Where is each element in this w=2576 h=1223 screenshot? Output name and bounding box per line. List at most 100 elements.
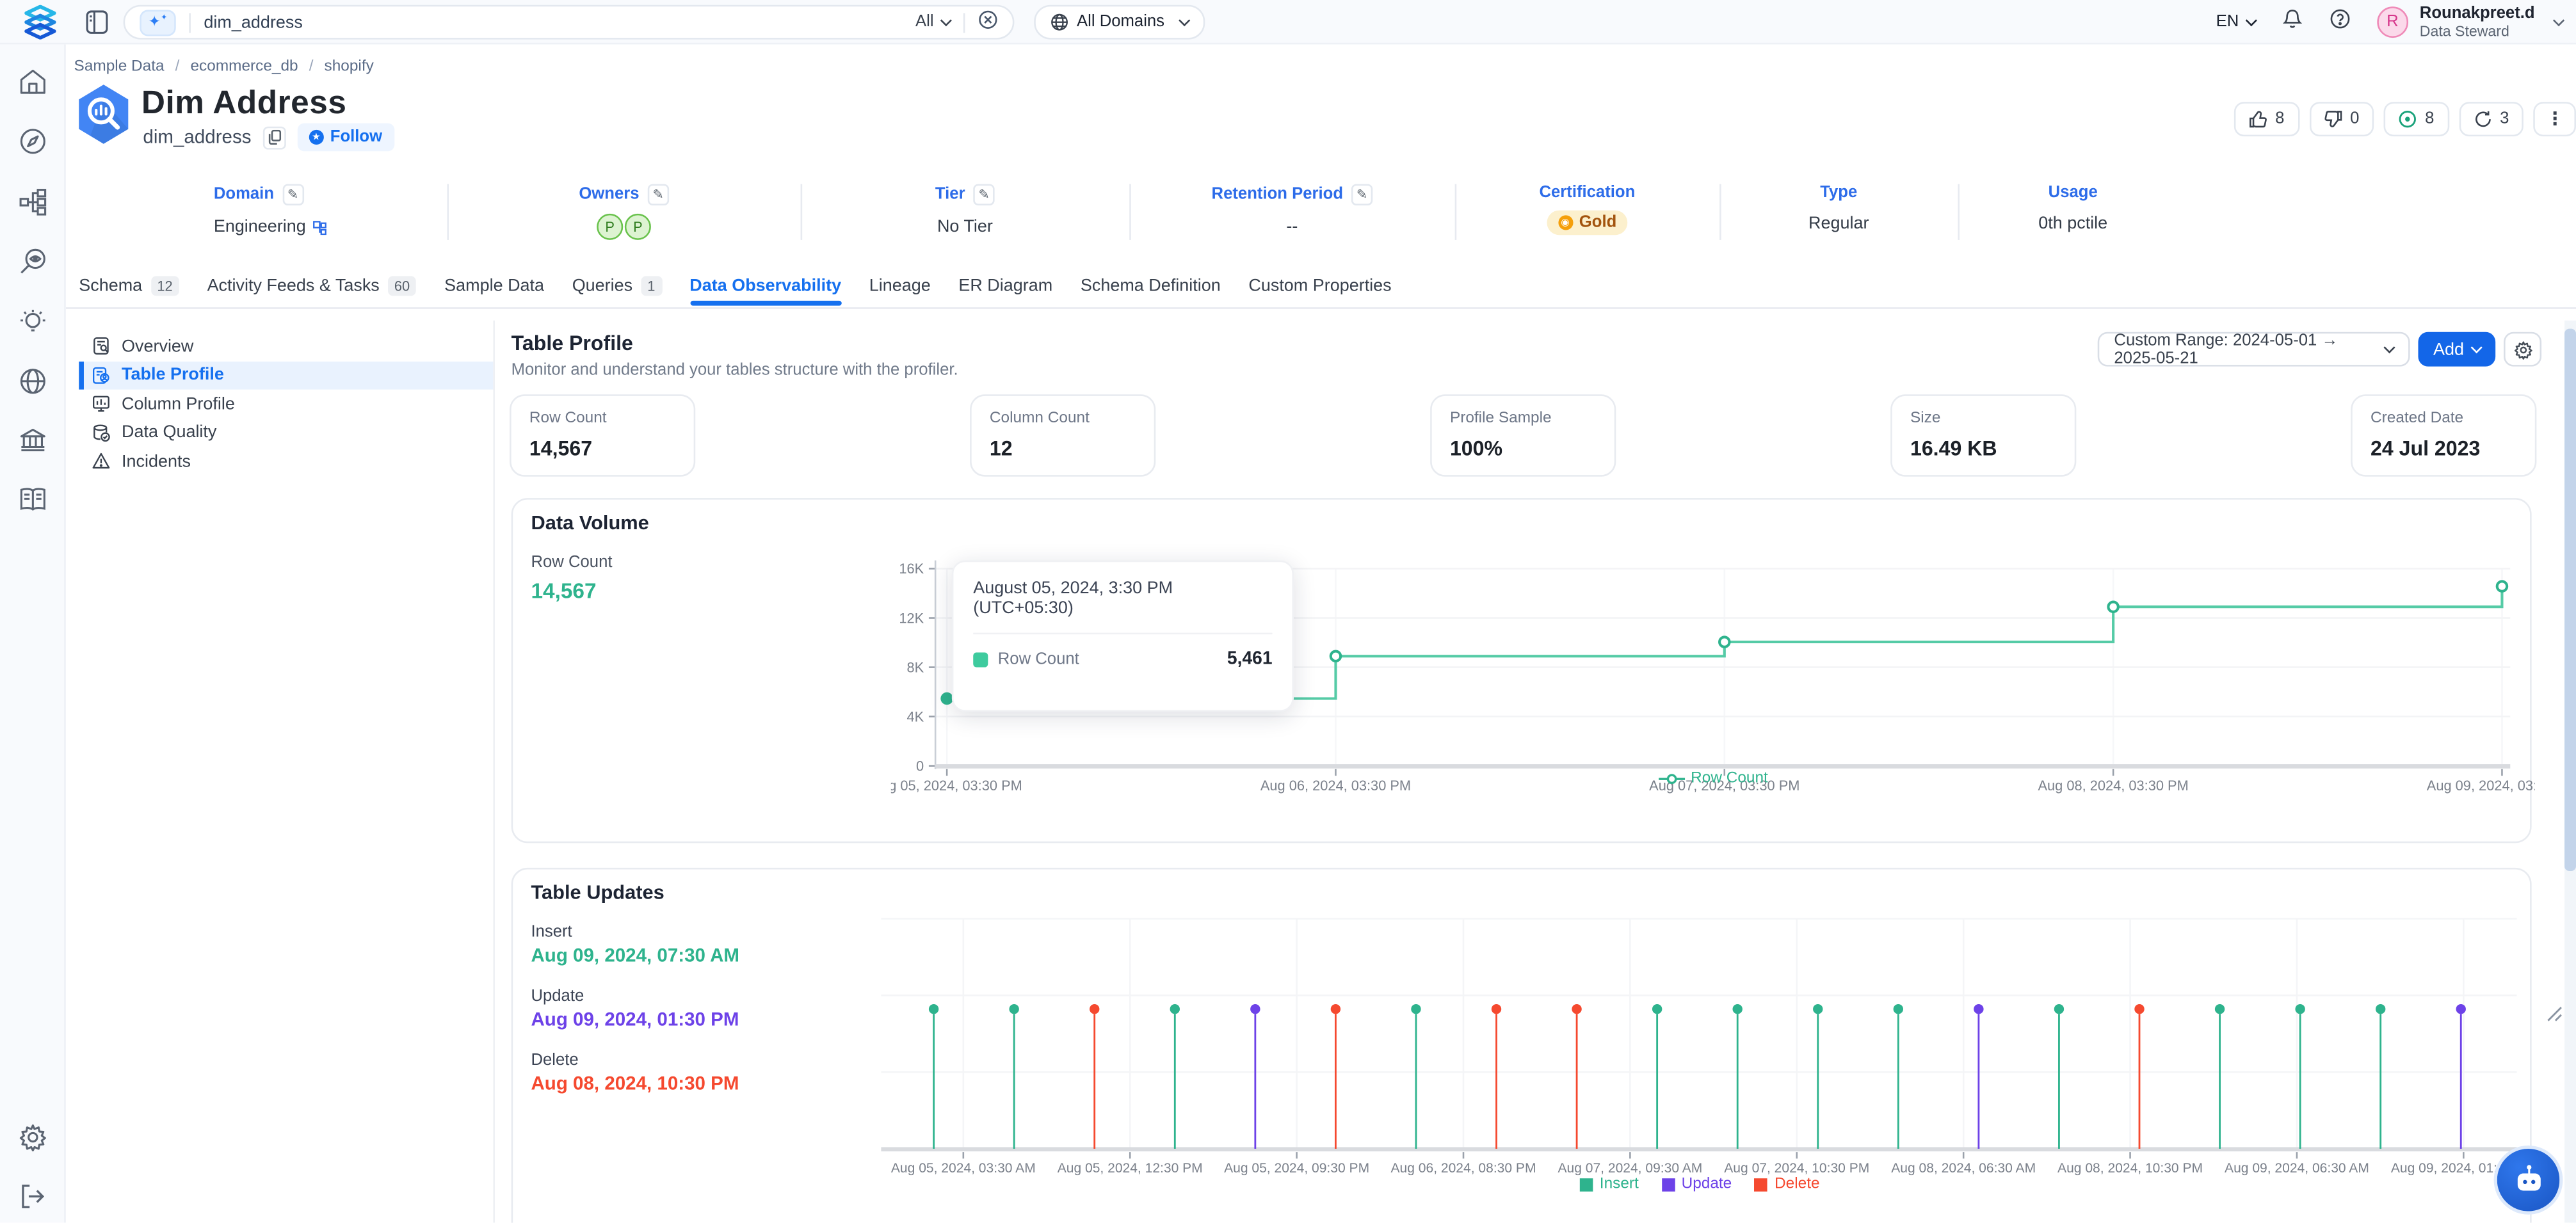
- svg-text:Aug 05, 2024, 03:30 AM: Aug 05, 2024, 03:30 AM: [891, 1161, 1036, 1175]
- subnav-table-profile[interactable]: Table Profile: [79, 361, 493, 390]
- svg-text:12K: 12K: [899, 610, 924, 626]
- legend-update[interactable]: Update: [1662, 1175, 1732, 1193]
- meta-usage: Usage 0th pctile: [1958, 184, 2188, 234]
- breadcrumb: Sample Data / ecommerce_db / shopify: [74, 58, 374, 76]
- type-value: Regular: [1719, 214, 1958, 234]
- tab-schema-definition[interactable]: Schema Definition: [1081, 276, 1221, 305]
- legend-insert[interactable]: Insert: [1580, 1175, 1639, 1193]
- search-input[interactable]: dim_address: [204, 12, 302, 32]
- openmetadata-logo[interactable]: [21, 5, 59, 48]
- last-update-time: Aug 09, 2024, 01:30 PM: [531, 1011, 739, 1030]
- subnav-column-profile[interactable]: Column Profile: [79, 390, 493, 419]
- edit-owners-icon[interactable]: ✎: [647, 184, 668, 205]
- governance-bank-icon[interactable]: [18, 426, 47, 455]
- target-icon: [2399, 110, 2417, 128]
- series-swatch: [973, 651, 988, 666]
- follow-button[interactable]: ★ Follow: [297, 124, 394, 152]
- svg-text:Aug 07, 2024, 09:30 AM: Aug 07, 2024, 09:30 AM: [1558, 1161, 1702, 1175]
- tab-lineage[interactable]: Lineage: [869, 276, 931, 305]
- last-insert-time: Aug 09, 2024, 07:30 AM: [531, 947, 739, 966]
- meta-owners: Owners✎ P P: [447, 184, 800, 240]
- language-selector[interactable]: EN: [2216, 13, 2255, 31]
- chat-widget-button[interactable]: [2494, 1146, 2563, 1215]
- breadcrumb-service[interactable]: Sample Data: [74, 58, 165, 76]
- more-options-button[interactable]: ⋮: [2534, 102, 2576, 136]
- edit-retention-icon[interactable]: ✎: [1351, 184, 1373, 205]
- copy-icon[interactable]: [262, 125, 286, 148]
- tab-er-diagram[interactable]: ER Diagram: [958, 276, 1052, 305]
- data-volume-panel: Data Volume Row Count 14,567 04K8K12K16K…: [511, 498, 2532, 843]
- insights-bulb-icon[interactable]: [18, 307, 47, 337]
- chevron-down-icon: [940, 15, 952, 26]
- svg-text:4K: 4K: [907, 708, 924, 724]
- meta-certification: Certification ◉ Gold: [1455, 184, 1719, 236]
- tier-value: No Tier: [801, 217, 1130, 237]
- lineage-hierarchy-icon[interactable]: [18, 188, 47, 217]
- breadcrumb-schema[interactable]: shopify: [325, 58, 374, 76]
- tab-schema[interactable]: Schema12: [79, 276, 179, 305]
- scrollbar[interactable]: [2564, 321, 2576, 1223]
- owner-avatar[interactable]: P: [625, 214, 651, 240]
- date-range-selector[interactable]: Custom Range: 2024-05-01 → 2025-05-21: [2098, 332, 2410, 367]
- subnav-data-quality[interactable]: Data Quality: [79, 419, 493, 447]
- edit-tier-icon[interactable]: ✎: [973, 184, 994, 205]
- add-button[interactable]: Add: [2418, 332, 2495, 367]
- ai-sparkle-icon[interactable]: ✦✦: [140, 9, 175, 35]
- meta-domain: Domain✎ Engineering: [214, 184, 327, 237]
- table-updates-event-chart[interactable]: Aug 05, 2024, 03:30 AMAug 05, 2024, 12:3…: [862, 906, 2538, 1175]
- domains-globe-icon[interactable]: [18, 367, 47, 396]
- domains-selector[interactable]: All Domains: [1034, 5, 1205, 40]
- subnav-incidents[interactable]: Incidents: [79, 447, 493, 476]
- explore-compass-icon[interactable]: [18, 127, 47, 156]
- user-menu[interactable]: R Rounakpreet.d Data Steward: [2377, 5, 2563, 40]
- tab-custom-properties[interactable]: Custom Properties: [1248, 276, 1391, 305]
- domain-icon: [312, 220, 327, 234]
- data-volume-legend[interactable]: Row Count: [891, 769, 2535, 787]
- meta-type: Type Regular: [1719, 184, 1958, 234]
- line-marker-icon: [1658, 772, 1684, 785]
- table-updates-panel: Table Updates Insert Aug 09, 2024, 07:30…: [511, 868, 2532, 1223]
- tab-activity-feeds[interactable]: Activity Feeds & Tasks60: [207, 276, 417, 305]
- divider: [963, 12, 965, 32]
- legend-delete[interactable]: Delete: [1755, 1175, 1819, 1193]
- overview-doc-icon: [92, 337, 110, 355]
- medal-icon: ◉: [1558, 215, 1572, 230]
- upvote-button[interactable]: 8: [2234, 102, 2299, 136]
- top-bar: ✦✦ dim_address All All Domains EN R: [0, 0, 2576, 44]
- certification-badge[interactable]: ◉ Gold: [1546, 211, 1628, 236]
- notifications-bell-icon[interactable]: [2282, 8, 2303, 37]
- tab-data-observability[interactable]: Data Observability: [689, 276, 841, 305]
- table-updates-legend[interactable]: Insert Update Delete: [862, 1175, 2538, 1193]
- settings-gear-icon[interactable]: [18, 1123, 47, 1152]
- tab-queries[interactable]: Queries1: [572, 276, 662, 305]
- downvote-button[interactable]: 0: [2309, 102, 2374, 136]
- user-name: Rounakpreet.d: [2420, 5, 2535, 23]
- section-title: Table Profile: [511, 332, 633, 355]
- sidebar-toggle-icon[interactable]: [86, 10, 109, 42]
- global-search-bar[interactable]: ✦✦ dim_address All: [124, 5, 1015, 40]
- scrollbar-thumb[interactable]: [2564, 329, 2576, 871]
- edit-domain-icon[interactable]: ✎: [282, 184, 303, 205]
- subnav-overview[interactable]: Overview: [79, 332, 493, 361]
- topbar-right: EN R Rounakpreet.d Data Steward: [2216, 0, 2563, 44]
- search-filter-dropdown[interactable]: All: [915, 13, 950, 31]
- logout-icon[interactable]: [18, 1181, 47, 1211]
- owner-avatar[interactable]: P: [597, 214, 623, 240]
- tab-sample-data[interactable]: Sample Data: [444, 276, 544, 305]
- openmetadata-app: ✦✦ dim_address All All Domains EN R: [0, 0, 2576, 1223]
- resize-handle-icon[interactable]: [2547, 1006, 2563, 1023]
- help-icon[interactable]: [2330, 8, 2351, 37]
- breadcrumb-database[interactable]: ecommerce_db: [190, 58, 298, 76]
- glossary-book-icon[interactable]: [18, 485, 47, 515]
- tier-score-button[interactable]: 8: [2384, 102, 2449, 136]
- entity-subtitle-row: dim_address ★ Follow: [143, 124, 394, 152]
- observability-search-icon[interactable]: [18, 246, 47, 276]
- entity-actions: 8 0 8 3 ⋮: [2234, 102, 2576, 136]
- clear-search-icon[interactable]: [978, 8, 998, 37]
- tabs-divider: [66, 307, 2576, 309]
- profiler-settings-button[interactable]: [2504, 332, 2541, 367]
- delete-swatch: [1755, 1178, 1768, 1191]
- domain-value[interactable]: Engineering: [214, 217, 306, 237]
- home-icon[interactable]: [18, 67, 47, 97]
- version-history-button[interactable]: 3: [2459, 102, 2524, 136]
